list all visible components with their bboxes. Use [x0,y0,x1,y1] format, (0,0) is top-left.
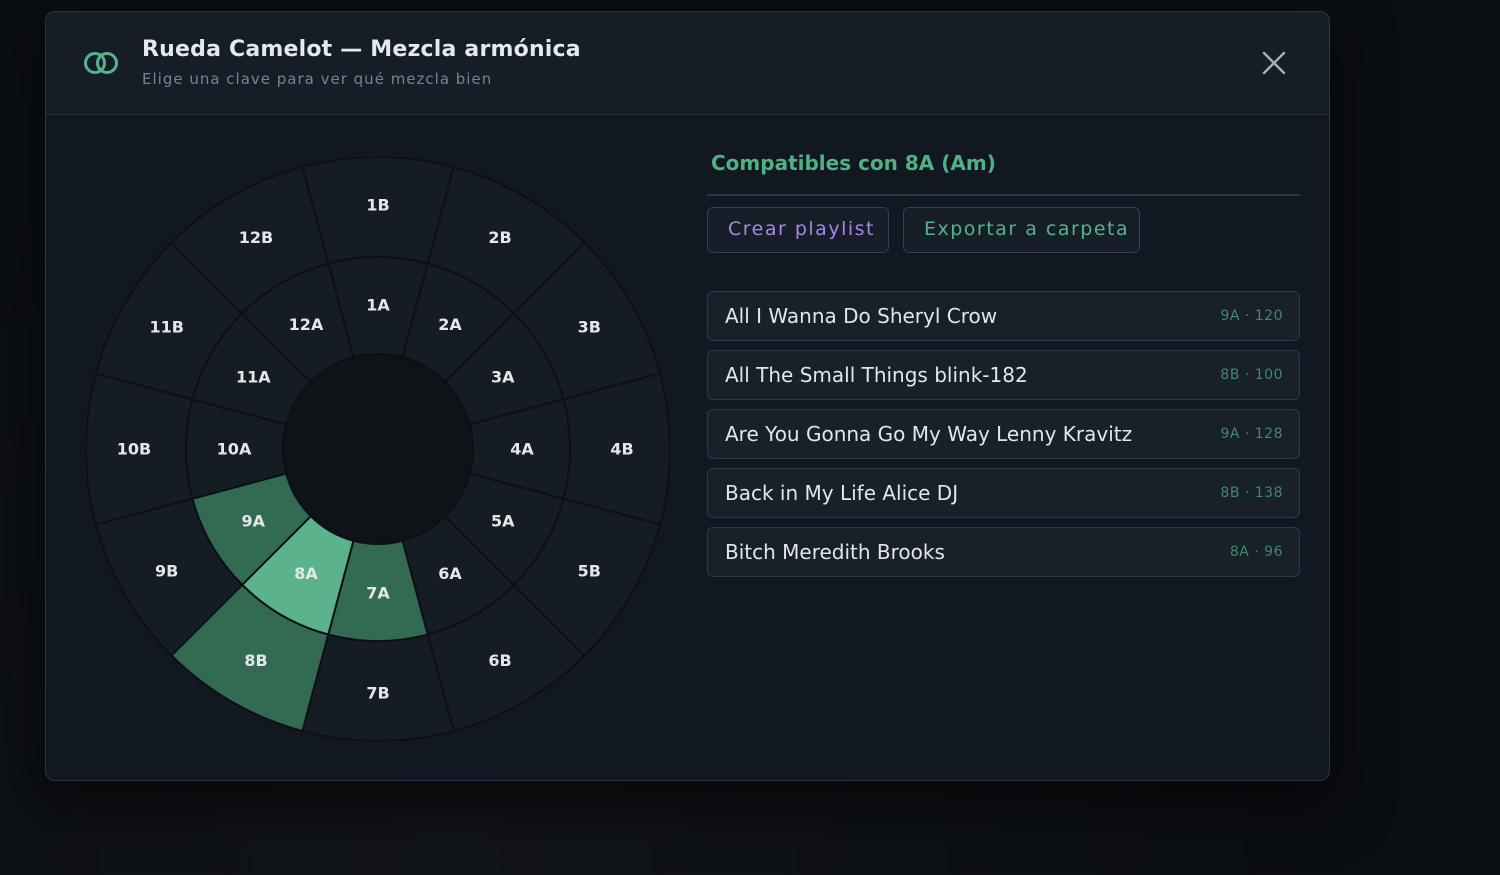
track-name: Are You Gonna Go My Way Lenny Kravitz [725,422,1133,446]
modal-header: Rueda Camelot — Mezcla armónica Elige un… [46,12,1329,115]
track-name: All The Small Things blink-182 [725,363,1028,387]
wheel-label-7b: 7B [366,684,389,703]
camelot-modal: Rueda Camelot — Mezcla armónica Elige un… [45,11,1330,781]
wheel-label-5a: 5A [491,512,515,531]
wheel-label-12b: 12B [239,228,273,247]
wheel-label-8b: 8B [244,651,267,670]
wheel-label-4b: 4B [610,440,633,459]
wheel-label-11a: 11A [236,368,271,387]
track-name: All I Wanna Do Sheryl Crow [725,304,998,328]
track-key-bpm: 8A · 96 [1229,544,1283,560]
create-playlist-button[interactable]: Crear playlist [707,207,889,253]
track-item[interactable]: All I Wanna Do Sheryl Crow 9A · 120 [707,291,1300,341]
wheel-label-8a: 8A [294,564,318,583]
wheel-label-1a: 1A [366,296,390,315]
export-folder-button[interactable]: Exportar a carpeta [903,207,1140,253]
wheel-label-7a: 7A [366,584,390,603]
track-item[interactable]: All The Small Things blink-182 8B · 100 [707,350,1300,400]
wheel-label-9b: 9B [155,562,178,581]
track-item[interactable]: Back in My Life Alice DJ 8B · 138 [707,468,1300,518]
wheel-label-11b: 11B [149,318,183,337]
track-name: Back in My Life Alice DJ [725,481,959,505]
wheel-label-12a: 12A [289,315,324,334]
wheel-label-1b: 1B [366,196,389,215]
modal-subtitle: Elige una clave para ver qué mezcla bien [142,70,493,88]
wheel-label-9a: 9A [242,512,266,531]
modal-title: Rueda Camelot — Mezcla armónica [142,37,581,62]
compatible-heading: Compatibles con 8A (Am) [711,151,996,175]
track-item[interactable]: Are You Gonna Go My Way Lenny Kravitz 9A… [707,409,1300,459]
wheel-label-10a: 10A [217,440,252,459]
wheel-center [284,355,472,543]
wheel-label-4a: 4A [510,440,534,459]
track-key-bpm: 8B · 138 [1220,485,1283,501]
wheel-label-6b: 6B [488,651,511,670]
wheel-label-3a: 3A [491,368,515,387]
track-name: Bitch Meredith Brooks [725,540,945,564]
camelot-wheel: 1B 2B 3B 4B 5B 6B 7B 8B 9B 10B 11B 12B 1A 2A 3A 4A 5A 6A 7… [86,157,670,741]
wheel-label-3b: 3B [578,318,601,337]
track-key-bpm: 9A · 120 [1220,308,1283,324]
track-key-bpm: 8B · 100 [1220,367,1283,383]
track-key-bpm: 9A · 128 [1220,426,1283,442]
divider [707,194,1300,196]
wheel-label-5b: 5B [578,562,601,581]
wheel-label-2b: 2B [488,228,511,247]
wheel-label-10b: 10B [117,440,151,459]
linked-rings-icon [84,52,118,74]
track-item[interactable]: Bitch Meredith Brooks 8A · 96 [707,527,1300,577]
wheel-label-6a: 6A [438,564,462,583]
wheel-label-2a: 2A [438,315,462,334]
close-icon[interactable] [1261,50,1287,76]
